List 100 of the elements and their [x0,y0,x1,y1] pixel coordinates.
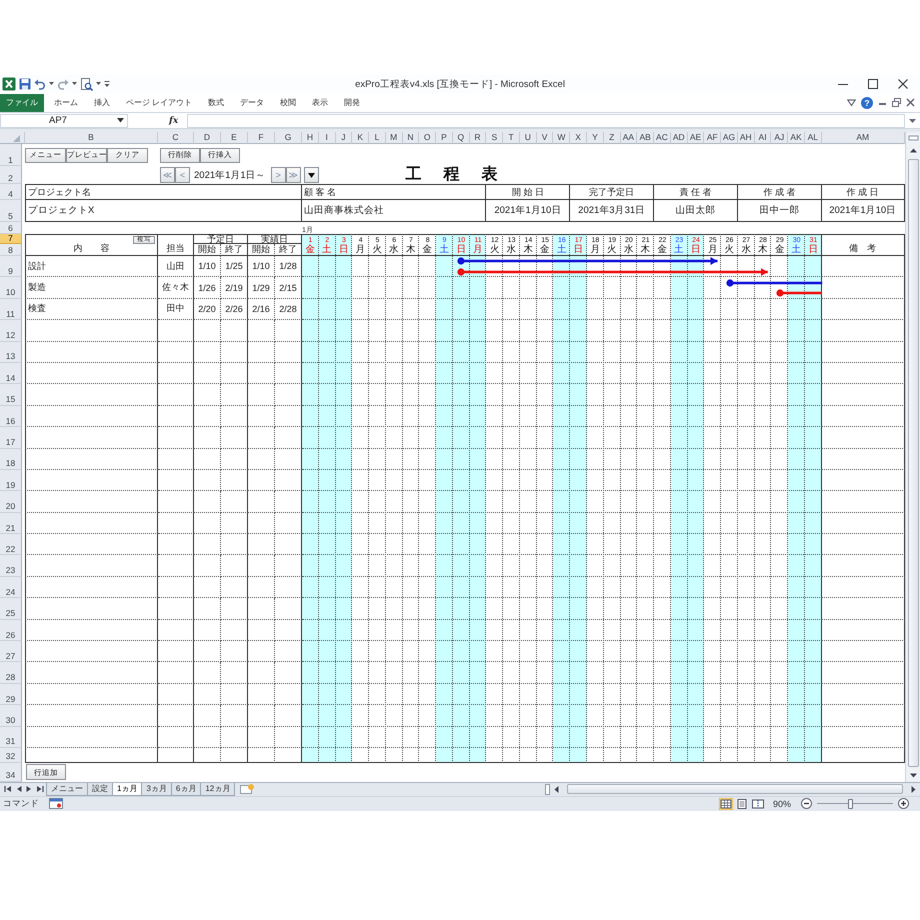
column-header[interactable]: X [570,132,588,144]
ribbon-tab[interactable]: データ [232,94,272,112]
dropdown-button[interactable] [304,167,319,183]
column-header[interactable]: N [402,132,420,144]
column-header[interactable]: W [553,132,570,144]
expand-icon[interactable] [908,116,917,125]
ribbon-tab[interactable]: 表示 [304,94,336,112]
column-header[interactable]: H [302,132,319,144]
print-preview-icon[interactable] [80,78,93,90]
column-header[interactable]: AE [688,132,704,144]
column-header[interactable]: F [248,132,275,144]
row-header[interactable]: 26 [0,620,22,642]
name-box[interactable]: AP7 [0,114,128,128]
zoom-slider-thumb[interactable] [848,798,853,809]
column-header[interactable]: Q [452,132,470,144]
column-header[interactable]: C [158,132,194,144]
row-header[interactable]: 31 [0,726,22,748]
sheet-tab[interactable]: 6ヵ月 [170,782,202,796]
column-header[interactable]: B [25,132,158,144]
row-header[interactable]: 12 [0,320,22,342]
row-header[interactable]: 30 [0,705,22,727]
scrollbar-thumb[interactable] [567,784,903,794]
page-layout-view-icon[interactable] [734,798,749,810]
column-header[interactable]: U [520,132,537,144]
macro-record-icon[interactable] [49,798,63,810]
column-header[interactable]: AJ [771,132,788,144]
column-header[interactable]: P [436,132,453,144]
ribbon-tab[interactable]: 数式 [200,94,232,112]
ribbon-toggle-icon[interactable] [847,98,856,107]
column-header[interactable]: AH [738,132,755,144]
column-header[interactable]: D [194,132,221,144]
row-header[interactable]: 25 [0,598,22,620]
column-header[interactable]: AM [822,132,905,144]
save-icon[interactable] [19,78,31,90]
insert-sheet-icon[interactable] [239,783,256,796]
row-header[interactable]: 16 [0,406,22,428]
zoom-level[interactable]: 90% [772,798,791,809]
column-header[interactable]: K [352,132,370,144]
column-header[interactable]: AL [804,132,822,144]
row-header[interactable]: 4 [0,184,22,200]
previous-sheet-icon[interactable] [16,785,22,794]
row-header[interactable]: 13 [0,342,22,363]
sheet-tab[interactable]: 1ヵ月 [112,782,142,796]
row-header[interactable]: 8 [0,244,22,256]
row-header[interactable]: 5 [0,200,22,222]
column-header[interactable]: T [503,132,520,144]
row-header[interactable]: 34 [0,762,22,782]
column-header[interactable]: R [470,132,486,144]
column-header[interactable]: J [336,132,352,144]
scroll-left-icon[interactable] [552,784,561,795]
column-header[interactable]: AF [704,132,722,144]
zoom-out-icon[interactable] [801,798,812,810]
row-header[interactable]: 28 [0,662,22,684]
vertical-scrollbar[interactable] [905,132,920,782]
column-header[interactable]: Z [604,132,621,144]
row-header[interactable]: 24 [0,576,22,598]
scrollbar-thumb[interactable] [908,159,918,767]
row-header[interactable]: 14 [0,362,22,384]
first-sheet-icon[interactable] [4,785,12,794]
row-header[interactable]: 15 [0,384,22,406]
ribbon-tab[interactable]: 校閲 [272,94,304,112]
split-handle-icon[interactable] [545,784,550,795]
ribbon-tab[interactable]: ホーム [46,94,86,112]
formula-field[interactable] [187,114,905,128]
sheet-tab[interactable]: 12ヵ月 [200,782,236,796]
column-header[interactable]: I [318,132,336,144]
row-header[interactable]: 22 [0,534,22,556]
column-header[interactable]: AC [654,132,671,144]
restore-icon[interactable] [892,98,901,107]
ribbon-tab[interactable]: 挿入 [86,94,118,112]
row-header[interactable]: 20 [0,491,22,513]
row-header[interactable]: 32 [0,748,22,763]
column-header[interactable]: O [419,132,436,144]
column-header[interactable]: S [486,132,504,144]
close-icon[interactable] [906,98,915,107]
column-header[interactable]: G [275,132,302,144]
row-header[interactable]: 7 [0,234,22,244]
column-header[interactable]: M [386,132,403,144]
row-header[interactable]: 19 [0,470,22,492]
row-header[interactable]: 21 [0,512,22,534]
row-header[interactable]: 9 [0,256,22,278]
row-header[interactable]: 2 [0,166,22,184]
maximize-icon[interactable] [868,79,878,89]
row-header[interactable]: 29 [0,684,22,706]
row-header[interactable]: 11 [0,298,22,320]
column-header[interactable]: Y [587,132,604,144]
last-sheet-icon[interactable] [36,785,44,794]
row-header[interactable]: 27 [0,641,22,662]
ribbon-tab[interactable]: ページ レイアウト [118,94,200,112]
column-header[interactable]: AB [637,132,654,144]
row-header[interactable]: 23 [0,555,22,577]
file-tab[interactable]: ファイル [0,94,44,112]
excel-icon[interactable] [2,77,16,91]
column-header[interactable]: L [369,132,386,144]
page-break-view-icon[interactable] [750,798,765,810]
undo-icon[interactable] [34,78,46,90]
row-header[interactable]: 18 [0,448,22,470]
normal-view-icon[interactable] [718,798,733,810]
sheet-tab[interactable]: メニュー [46,782,88,796]
next-sheet-icon[interactable] [26,785,32,794]
